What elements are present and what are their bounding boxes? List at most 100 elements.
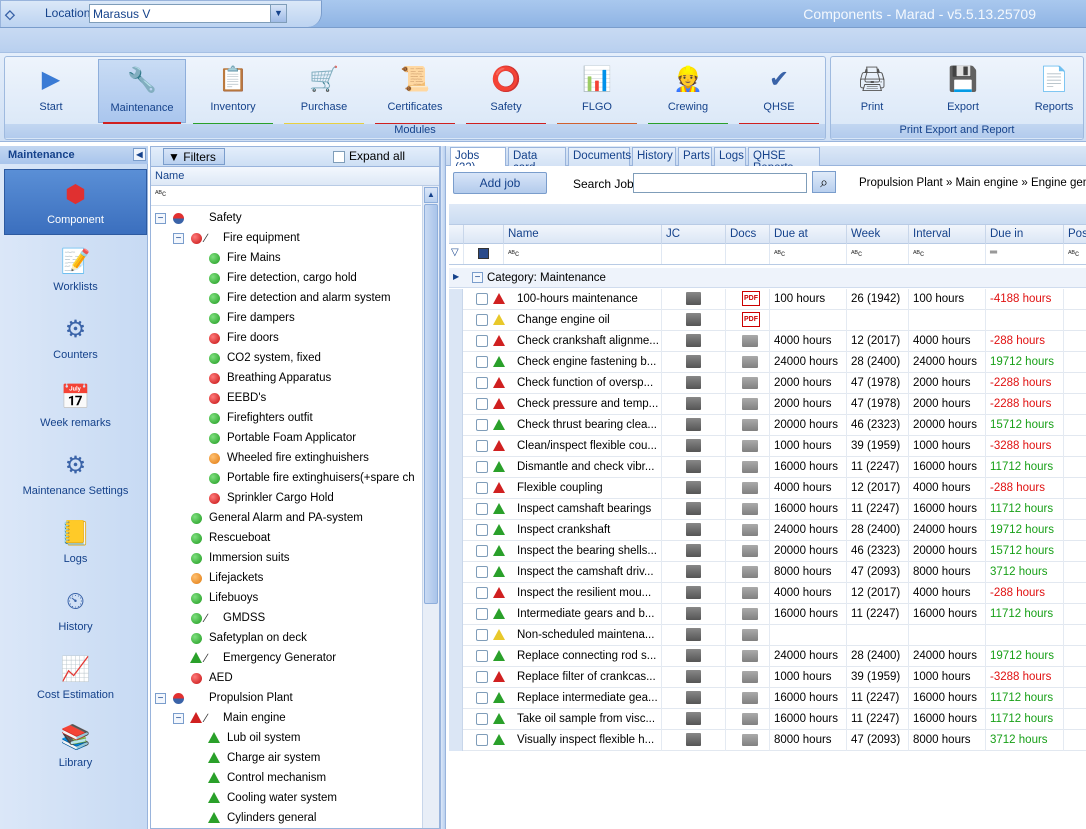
nav-item-worklists[interactable]: 📝 Worklists [4, 237, 147, 303]
jc-cell[interactable] [661, 583, 725, 604]
folder-icon[interactable] [742, 608, 758, 620]
docs-cell[interactable] [725, 625, 769, 646]
pdf-icon[interactable]: PDF [742, 312, 760, 327]
table-row[interactable]: Check pressure and temp... 2000 hours 47 (… [449, 394, 1086, 415]
tree-node[interactable]: Rescueboat [151, 529, 421, 549]
tree-node[interactable]: Safetyplan on deck [151, 629, 421, 649]
column-filter-input[interactable]: ᴬᴮc [846, 244, 908, 264]
docs-cell[interactable] [725, 541, 769, 562]
collapse-icon[interactable]: − [472, 272, 483, 283]
tree-node[interactable]: AED [151, 669, 421, 689]
docs-cell[interactable] [725, 478, 769, 499]
tab-qhse-reports[interactable]: QHSE Reports [748, 147, 820, 174]
tree-node[interactable]: Control mechanism [151, 769, 421, 789]
tab-jobs[interactable]: Jobs (22) [450, 147, 506, 174]
row-selector[interactable] [449, 583, 463, 604]
nav-item-logs[interactable]: 📒 Logs [4, 509, 147, 575]
row-checkbox[interactable] [476, 671, 488, 683]
column-header-interval[interactable]: Interval [908, 225, 985, 244]
row-selector[interactable] [449, 646, 463, 667]
table-row[interactable]: 100-hours maintenance PDF 100 hours 26 (194… [449, 289, 1086, 310]
pdf-icon[interactable]: PDF [742, 291, 760, 306]
docs-cell[interactable]: PDF [725, 310, 769, 331]
jc-cell[interactable] [661, 604, 725, 625]
row-selector[interactable] [449, 499, 463, 520]
tree-node[interactable]: − Safety [151, 209, 421, 229]
jc-cell[interactable] [661, 373, 725, 394]
job-card-icon[interactable] [686, 481, 701, 494]
docs-cell[interactable] [725, 688, 769, 709]
export-button-reports[interactable]: 📄 Reports [1013, 59, 1086, 123]
tree-node[interactable]: Fire detection, cargo hold [151, 269, 421, 289]
docs-cell[interactable] [725, 604, 769, 625]
docs-cell[interactable] [725, 709, 769, 730]
folder-icon[interactable] [742, 692, 758, 704]
job-card-icon[interactable] [686, 376, 701, 389]
nav-item-history[interactable]: ⏲ History [4, 577, 147, 643]
jc-cell[interactable] [661, 289, 725, 310]
jc-cell[interactable] [661, 352, 725, 373]
tree-node[interactable]: Portable fire extinghuisers(+spare ch [151, 469, 421, 489]
expand-arrow-icon[interactable]: ▶ [453, 272, 459, 281]
row-checkbox[interactable] [476, 293, 488, 305]
tree-node[interactable]: Lifejackets [151, 569, 421, 589]
docs-cell[interactable]: PDF [725, 289, 769, 310]
tree-scrollbar[interactable]: ▲ [422, 186, 439, 828]
search-job-input[interactable] [633, 173, 807, 193]
column-filter-input[interactable] [661, 244, 725, 264]
table-row[interactable]: Check thrust bearing clea... 20000 hours 4… [449, 415, 1086, 436]
row-checkbox[interactable] [476, 650, 488, 662]
tree-node[interactable]: Fire dampers [151, 309, 421, 329]
jc-cell[interactable] [661, 415, 725, 436]
row-checkbox[interactable] [476, 356, 488, 368]
row-checkbox[interactable] [476, 608, 488, 620]
filters-button[interactable]: ▼ Filters [163, 148, 225, 165]
table-row[interactable]: Check function of oversp... 2000 hours 47 … [449, 373, 1086, 394]
column-filter-input[interactable]: ═ [985, 244, 1063, 264]
column-header-jc[interactable]: JC [661, 225, 725, 244]
column-header-week[interactable]: Week [846, 225, 908, 244]
jc-cell[interactable] [661, 520, 725, 541]
docs-cell[interactable] [725, 331, 769, 352]
column-header-pos[interactable]: Pos [1063, 225, 1086, 244]
job-card-icon[interactable] [686, 355, 701, 368]
jc-cell[interactable] [661, 562, 725, 583]
collapse-icon[interactable]: − [173, 233, 184, 244]
row-selector[interactable] [449, 289, 463, 310]
row-selector[interactable] [449, 373, 463, 394]
row-selector[interactable] [449, 436, 463, 457]
table-row[interactable]: Replace connecting rod s... 24000 hours 28… [449, 646, 1086, 667]
table-row[interactable]: Visually inspect flexible h... 8000 hours… [449, 730, 1086, 751]
tree-filter-input[interactable]: ᴬᴮc [151, 186, 421, 206]
job-card-icon[interactable] [686, 397, 701, 410]
table-row[interactable]: Clean/inspect flexible cou... 1000 hours 3… [449, 436, 1086, 457]
row-selector[interactable] [449, 394, 463, 415]
table-row[interactable]: Inspect the bearing shells... 20000 hours… [449, 541, 1086, 562]
jc-cell[interactable] [661, 688, 725, 709]
module-button-crewing[interactable]: 👷 Crewing [644, 59, 732, 126]
docs-cell[interactable] [725, 667, 769, 688]
collapse-icon[interactable]: − [155, 213, 166, 224]
row-checkbox[interactable] [476, 629, 488, 641]
folder-icon[interactable] [742, 545, 758, 557]
nav-item-maintenance-settings[interactable]: ⚙ Maintenance Settings [4, 441, 147, 507]
folder-icon[interactable] [742, 629, 758, 641]
tab-data-card[interactable]: Data card [508, 147, 566, 174]
row-selector[interactable] [449, 730, 463, 751]
row-selector[interactable] [449, 415, 463, 436]
expand-all-box[interactable] [333, 150, 345, 163]
docs-cell[interactable] [725, 394, 769, 415]
nav-item-cost-estimation[interactable]: 📈 Cost Estimation [4, 645, 147, 711]
row-checkbox[interactable] [476, 377, 488, 389]
docs-cell[interactable] [725, 646, 769, 667]
row-checkbox[interactable] [476, 587, 488, 599]
row-selector[interactable] [449, 310, 463, 331]
docs-cell[interactable] [725, 457, 769, 478]
jc-cell[interactable] [661, 478, 725, 499]
docs-cell[interactable] [725, 352, 769, 373]
column-header-due-at[interactable]: Due at [769, 225, 846, 244]
row-selector[interactable] [449, 478, 463, 499]
tree-name-header[interactable]: Name [151, 167, 439, 186]
chevron-down-icon[interactable]: ▼ [270, 5, 286, 22]
jc-cell[interactable] [661, 667, 725, 688]
